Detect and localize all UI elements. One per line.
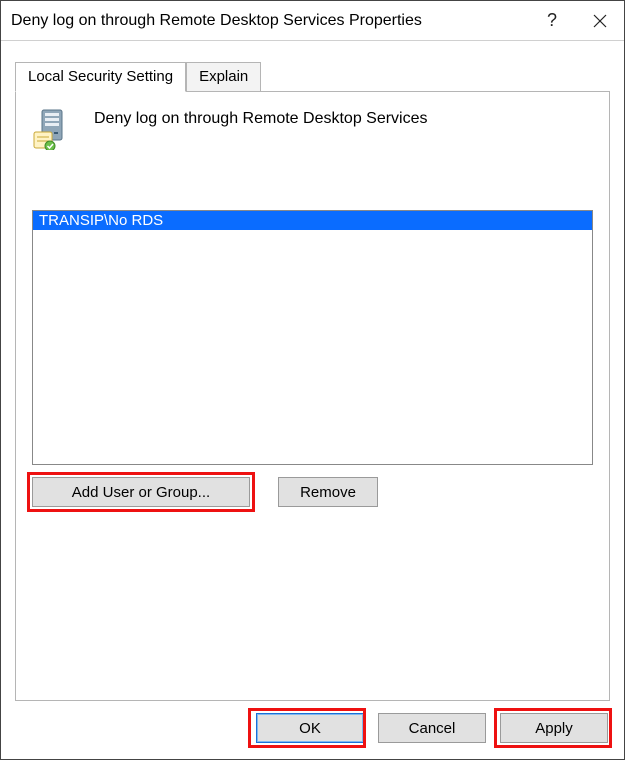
tab-strip: Local Security Setting Explain xyxy=(15,61,610,91)
tab-explain[interactable]: Explain xyxy=(186,62,261,91)
add-user-or-group-button[interactable]: Add User or Group... xyxy=(32,477,250,507)
ok-button[interactable]: OK xyxy=(256,713,364,743)
window-title: Deny log on through Remote Desktop Servi… xyxy=(11,12,528,30)
close-button[interactable] xyxy=(576,1,624,41)
apply-button[interactable]: Apply xyxy=(500,713,608,743)
users-listbox[interactable]: TRANSIP\No RDS xyxy=(32,210,593,465)
dialog-footer: OK Cancel Apply xyxy=(1,701,624,759)
tab-local-security-setting[interactable]: Local Security Setting xyxy=(15,62,186,92)
list-item[interactable]: TRANSIP\No RDS xyxy=(33,211,592,230)
titlebar: Deny log on through Remote Desktop Servi… xyxy=(1,1,624,41)
policy-title: Deny log on through Remote Desktop Servi… xyxy=(94,108,428,128)
help-button[interactable]: ? xyxy=(528,1,576,41)
list-buttons: Add User or Group... Remove xyxy=(32,477,593,507)
cancel-button[interactable]: Cancel xyxy=(378,713,486,743)
policy-header: Deny log on through Remote Desktop Servi… xyxy=(32,108,593,150)
close-icon xyxy=(593,14,607,28)
policy-icon xyxy=(32,108,74,150)
tab-panel-local: Deny log on through Remote Desktop Servi… xyxy=(15,91,610,701)
properties-window: Deny log on through Remote Desktop Servi… xyxy=(0,0,625,760)
remove-button[interactable]: Remove xyxy=(278,477,378,507)
